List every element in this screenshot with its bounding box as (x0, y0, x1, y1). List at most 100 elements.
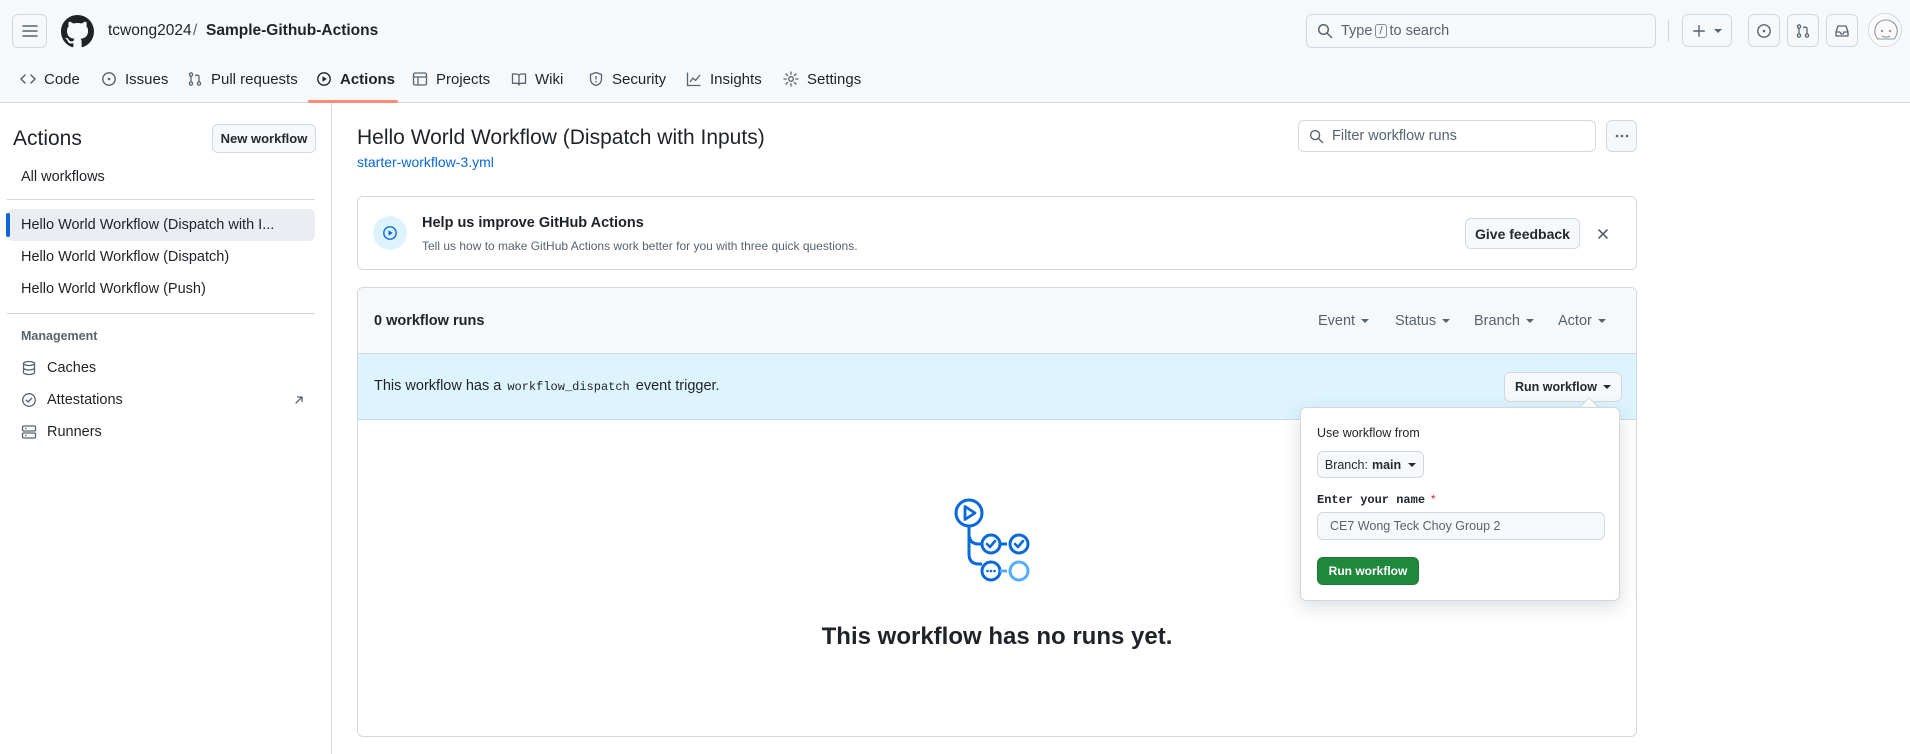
avatar-image-icon (1870, 15, 1901, 46)
tab-label: Issues (125, 70, 169, 88)
branch-filter-dropdown[interactable]: Branch (1474, 313, 1534, 329)
tab-wiki[interactable]: Wiki (511, 67, 563, 91)
name-input-label: Enter your name (1317, 493, 1426, 507)
sidebar-item-caches[interactable]: Caches (7, 352, 315, 384)
filter-label: Status (1395, 313, 1437, 329)
tab-issues[interactable]: Issues (101, 67, 168, 91)
pull-request-icon (188, 72, 202, 86)
tab-label: Insights (710, 70, 762, 88)
dismiss-feedback-button[interactable] (1593, 224, 1613, 244)
tab-label: Settings (807, 70, 862, 88)
actor-filter-dropdown[interactable]: Actor (1558, 313, 1606, 329)
search-icon (1309, 129, 1324, 143)
chevron-down-icon (1714, 28, 1722, 33)
book-icon (511, 73, 527, 86)
status-filter-dropdown[interactable]: Status (1395, 313, 1451, 329)
user-avatar[interactable] (1868, 13, 1902, 47)
tab-label: Projects (436, 70, 491, 88)
sidebar-item-workflow-push[interactable]: Hello World Workflow (Push) (7, 273, 315, 305)
run-workflow-popover: Use workflow from Branch: main Enter you… (1300, 407, 1620, 601)
sidebar-item-attestations[interactable]: Attestations (7, 384, 315, 416)
tab-settings[interactable]: Settings (783, 67, 861, 91)
git-pull-request-icon (1796, 23, 1810, 38)
feedback-title: Help us improve GitHub Actions (422, 215, 644, 231)
issue-opened-icon (1757, 23, 1771, 38)
branch-prefix: Branch: (1324, 457, 1368, 472)
run-workflow-label: Run workflow (1515, 380, 1597, 394)
feedback-icon-circle (373, 216, 407, 250)
repo-owner-link[interactable]: tcwong2024 (108, 22, 192, 40)
branch-select-button[interactable]: Branch: main (1317, 451, 1424, 478)
github-logo[interactable] (61, 15, 94, 48)
sidebar-item-label: Caches (47, 360, 97, 376)
kebab-horizontal-icon (1615, 134, 1628, 138)
sidebar-separator (7, 313, 315, 314)
workflow-empty-illustration (954, 498, 1030, 582)
workflow-file-link[interactable]: starter-workflow-3.yml (357, 154, 494, 170)
gear-icon (783, 71, 799, 87)
sidebar-item-all-workflows[interactable]: All workflows (7, 161, 315, 193)
chevron-down-icon (1408, 462, 1417, 467)
play-icon (383, 226, 397, 240)
issue-icon (102, 72, 116, 86)
dispatch-suffix: event trigger. (635, 378, 720, 394)
name-input[interactable]: CE7 Wong Teck Choy Group 2 (1317, 512, 1605, 540)
sidebar-management-heading: Management (21, 329, 98, 343)
event-filter-dropdown[interactable]: Event (1318, 313, 1370, 329)
tab-insights[interactable]: Insights (686, 67, 762, 91)
run-workflow-dropdown-button[interactable]: Run workflow (1504, 372, 1622, 402)
hamburger-icon (21, 25, 38, 37)
chevron-down-icon (1442, 319, 1451, 323)
new-workflow-button[interactable]: New workflow (212, 124, 316, 153)
run-workflow-submit-button[interactable]: Run workflow (1317, 557, 1419, 585)
breadcrumb-separator: / (193, 22, 198, 39)
menu-button[interactable] (12, 14, 47, 48)
runs-header: 0 workflow runs Event Status Branch Acto… (358, 288, 1636, 354)
sidebar-divider (331, 103, 332, 754)
tab-label: Actions (340, 70, 396, 88)
code-icon (20, 74, 36, 84)
page-title: Hello World Workflow (Dispatch with Inpu… (357, 126, 765, 149)
tab-projects[interactable]: Projects (412, 67, 490, 91)
tab-code[interactable]: Code (20, 67, 80, 91)
dispatch-prefix: This workflow has a (374, 378, 502, 394)
sidebar-item-workflow-dispatch[interactable]: Hello World Workflow (Dispatch) (7, 241, 315, 273)
more-options-button[interactable] (1606, 120, 1637, 152)
issues-button[interactable] (1748, 14, 1780, 47)
give-feedback-button[interactable]: Give feedback (1465, 218, 1580, 249)
sidebar-title: Actions (13, 127, 82, 150)
search-suffix: to search (1389, 23, 1450, 39)
server-icon (21, 425, 37, 439)
required-asterisk: * (1430, 492, 1436, 506)
filter-workflow-runs-input[interactable]: Filter workflow runs (1298, 120, 1596, 152)
search-icon (1317, 23, 1333, 39)
tab-label: Pull requests (211, 70, 298, 88)
dispatch-message: This workflow has a workflow_dispatch even… (374, 378, 720, 394)
sidebar-item-workflow-dispatch-inputs[interactable]: Hello World Workflow (Dispatch with I... (7, 209, 315, 241)
chevron-down-icon (1597, 319, 1606, 323)
table-icon (412, 72, 428, 86)
feedback-subtitle: Tell us how to make GitHub Actions work … (422, 239, 858, 253)
repo-name-link[interactable]: Sample-Github-Actions (206, 22, 378, 40)
inbox-button[interactable] (1826, 14, 1858, 47)
use-workflow-from-label: Use workflow from (1317, 426, 1420, 440)
chevron-down-icon (1525, 319, 1534, 323)
sidebar-separator (7, 199, 315, 200)
sidebar-item-label: Attestations (47, 392, 123, 408)
dispatch-code: workflow_dispatch (507, 380, 630, 394)
pull-requests-button[interactable] (1787, 14, 1819, 47)
arrow-up-right-icon (295, 396, 303, 404)
create-new-button[interactable] (1682, 14, 1732, 47)
filter-label: Actor (1558, 313, 1592, 329)
tab-label: Security (612, 70, 667, 88)
tab-pull-requests[interactable]: Pull requests (187, 67, 298, 91)
sidebar-item-runners[interactable]: Runners (7, 416, 315, 448)
filter-label: Event (1318, 313, 1356, 329)
header-divider (1668, 20, 1669, 42)
sidebar-item-label: Runners (47, 424, 102, 440)
workflow-runs-count: 0 workflow runs (374, 313, 485, 329)
global-search[interactable]: Type / to search (1306, 14, 1656, 48)
tab-actions[interactable]: Actions (316, 67, 395, 91)
tab-label: Wiki (535, 70, 564, 88)
tab-security[interactable]: Security (588, 67, 666, 91)
